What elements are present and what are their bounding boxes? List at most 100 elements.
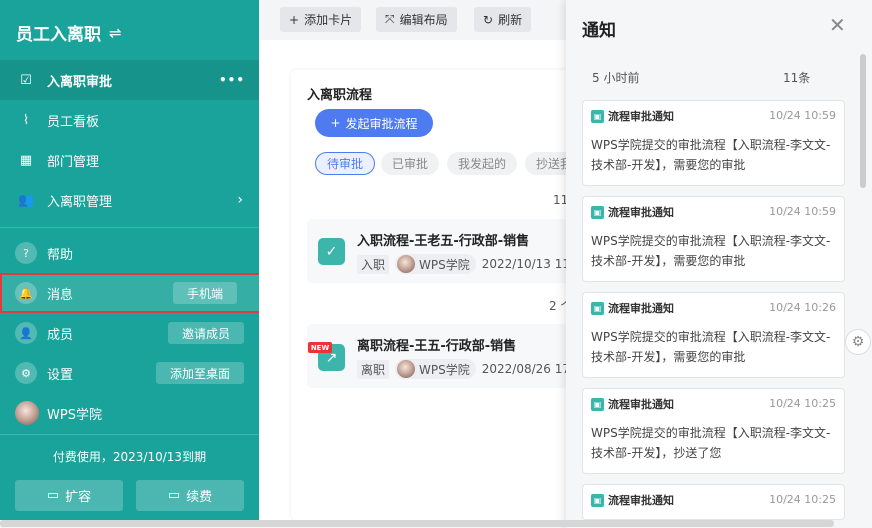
org-name: WPS学院 [419, 257, 470, 272]
more-icon[interactable]: ••• [219, 73, 245, 87]
expand-button[interactable]: ▭ 扩容 [15, 480, 123, 511]
renew-label: 续费 [186, 490, 213, 505]
sidebar-item-onboarding-management[interactable]: 👥 入离职管理 › [0, 180, 259, 220]
sidebar-item-messages[interactable]: 🔔 消息 手机端 [0, 273, 259, 313]
notification-type: 流程审批通知 [608, 206, 674, 219]
flow-type-tag: 离职 [357, 359, 390, 379]
tab-approved[interactable]: 已审批 [381, 152, 440, 175]
tab-initiated[interactable]: 我发起的 [447, 152, 518, 175]
notification-time: 10/24 10:59 [769, 205, 836, 218]
sidebar-item-label: 消息 [47, 287, 74, 303]
mobile-button[interactable]: 手机端 [172, 282, 237, 304]
notification-group-count: 11条 [783, 71, 811, 85]
edit-layout-label: 编辑布局 [399, 13, 448, 27]
sidebar-item-departments[interactable]: ▦ 部门管理 [0, 140, 259, 180]
invite-members-button[interactable]: 邀请成员 [167, 322, 244, 344]
sidebar-item-label: 帮助 [47, 247, 74, 263]
approval-icon: ▣ [591, 397, 604, 411]
tab-pending[interactable]: 待审批 [315, 152, 376, 175]
notification-card[interactable]: ▣ 流程审批通知 10/24 10:26 WPS学院提交的审批流程【入职流程-李… [582, 292, 845, 378]
notification-type: 流程审批通知 [608, 398, 674, 411]
refresh-icon: ↻ [483, 12, 494, 27]
horizontal-scrollbar[interactable] [0, 520, 834, 527]
flow-date: 2022/08/26 17 [481, 362, 570, 376]
sidebar-divider [0, 227, 259, 228]
workflow-card [291, 70, 591, 520]
notification-time: 10/24 10:26 [769, 301, 836, 314]
notification-card[interactable]: ▣ 流程审批通知 10/24 10:59 WPS学院提交的审批流程【入职流程-李… [582, 196, 845, 282]
notification-header: ▣ 流程审批通知 [591, 396, 674, 412]
flow-title: 入职流程-王老五-行政部-销售 [357, 234, 530, 249]
flow-type-tag: 入职 [357, 254, 390, 274]
notification-card[interactable]: ▣ 流程审批通知 10/24 10:25 WPS学院提交的审批流程【入职流程-李… [582, 388, 845, 474]
sidebar-item-label: 部门管理 [47, 154, 100, 170]
flow-title: 离职流程-王五-行政部-销售 [357, 339, 517, 354]
avatar [397, 360, 416, 378]
notification-body: WPS学院提交的审批流程【入职流程-李文文-技术部-开发】，需要您的审批 [591, 234, 831, 268]
sidebar-item-approval[interactable]: ☑ 入离职审批 ••• [0, 60, 259, 100]
sidebar-item-label: 入离职管理 [47, 194, 113, 210]
switch-icon[interactable]: ⇌ [109, 24, 122, 42]
refresh-label: 刷新 [498, 13, 523, 27]
gear-icon: ⚙ [15, 362, 37, 384]
app-title-text: 员工入离职 [16, 25, 101, 45]
sidebar-item-label: 员工看板 [47, 114, 100, 130]
notification-type: 流程审批通知 [608, 494, 674, 507]
sidebar-item-dashboard[interactable]: ⌇ 员工看板 [0, 100, 259, 140]
notification-header: ▣ 流程审批通知 [591, 300, 674, 316]
org-name: WPS学院 [419, 362, 470, 377]
approval-icon: ▣ [591, 109, 604, 123]
edit-layout-button[interactable]: ⤧ 编辑布局 [376, 7, 457, 32]
renew-button[interactable]: ▭ 续费 [136, 480, 244, 511]
start-approval-label: 发起审批流程 [345, 116, 418, 131]
app-root: 员工入离职 ⇌ ☑ 入离职审批 ••• ⌇ 员工看板 ▦ 部门管理 👥 入离职管… [0, 0, 872, 528]
app-title[interactable]: 员工入离职 ⇌ [16, 20, 122, 46]
sidebar-item-members[interactable]: 👤 成员 邀请成员 [0, 313, 259, 353]
sidebar-item-account[interactable]: WPS学院 [0, 393, 259, 433]
notification-header: ▣ 流程审批通知 [591, 108, 674, 124]
card-icon: ▭ [46, 488, 60, 503]
org-pill: WPS学院 [395, 254, 476, 274]
notification-title: 通知 [582, 21, 616, 41]
notification-group-time: 5 小时前 [592, 71, 640, 85]
flow-meta: 离职 WPS学院 2022/08/26 17 [357, 359, 570, 379]
workflow-title: 入离职流程 [307, 88, 373, 103]
sidebar-item-label: 入离职审批 [47, 74, 113, 90]
notification-type: 流程审批通知 [608, 110, 674, 123]
user-icon: 👤 [15, 322, 37, 344]
add-card-label: 添加卡片 [304, 13, 353, 27]
plus-icon: + [289, 12, 300, 27]
bell-icon: 🔔 [15, 282, 37, 304]
chevron-right-icon: › [237, 192, 243, 208]
subscription-status: 付费使用，2023/10/13到期 [52, 450, 207, 464]
add-to-desktop-button[interactable]: 添加至桌面 [155, 362, 244, 384]
notification-card[interactable]: ▣ 流程审批通知 10/24 10:59 WPS学院提交的审批流程【入职流程-李… [582, 100, 845, 186]
settings-gear-icon[interactable]: ⚙ [845, 329, 871, 355]
notification-body: WPS学院提交的审批流程【入职流程-李文文-技术部-开发】，需要您的审批 [591, 138, 831, 172]
add-card-button[interactable]: + 添加卡片 [280, 7, 362, 32]
sidebar-item-label: WPS学院 [47, 407, 102, 423]
notification-header: ▣ 流程审批通知 [591, 204, 674, 220]
approval-icon: ▣ [591, 301, 604, 315]
chart-line-icon: ⌇ [22, 112, 30, 128]
card-icon: ▭ [167, 488, 181, 503]
avatar [15, 401, 39, 425]
grid-icon: ▦ [19, 152, 33, 168]
notification-body: WPS学院提交的审批流程【入职流程-李文文-技术部-开发】，需要您的审批 [591, 330, 831, 364]
refresh-button[interactable]: ↻ 刷新 [474, 7, 532, 32]
sidebar-item-help[interactable]: ? 帮助 [0, 233, 259, 273]
start-approval-button[interactable]: + 发起审批流程 [315, 109, 433, 137]
calendar-check-icon: ✓ [318, 238, 345, 265]
org-pill: WPS学院 [395, 359, 476, 379]
notification-card[interactable]: ▣ 流程审批通知 10/24 10:25 [582, 484, 845, 520]
notification-body: WPS学院提交的审批流程【入职流程-李文文-技术部-开发】，抄送了您 [591, 426, 831, 460]
plus-icon: + [330, 116, 341, 130]
close-icon[interactable]: ✕ [829, 13, 846, 37]
sidebar-item-settings[interactable]: ⚙ 设置 添加至桌面 [0, 353, 259, 393]
flow-date: 2022/10/13 11 [481, 257, 570, 271]
notification-time: 10/24 10:25 [769, 397, 836, 410]
vertical-scrollbar[interactable] [860, 54, 866, 188]
avatar [397, 255, 416, 273]
expand-label: 扩容 [65, 490, 92, 505]
users-icon: 👥 [18, 192, 35, 208]
